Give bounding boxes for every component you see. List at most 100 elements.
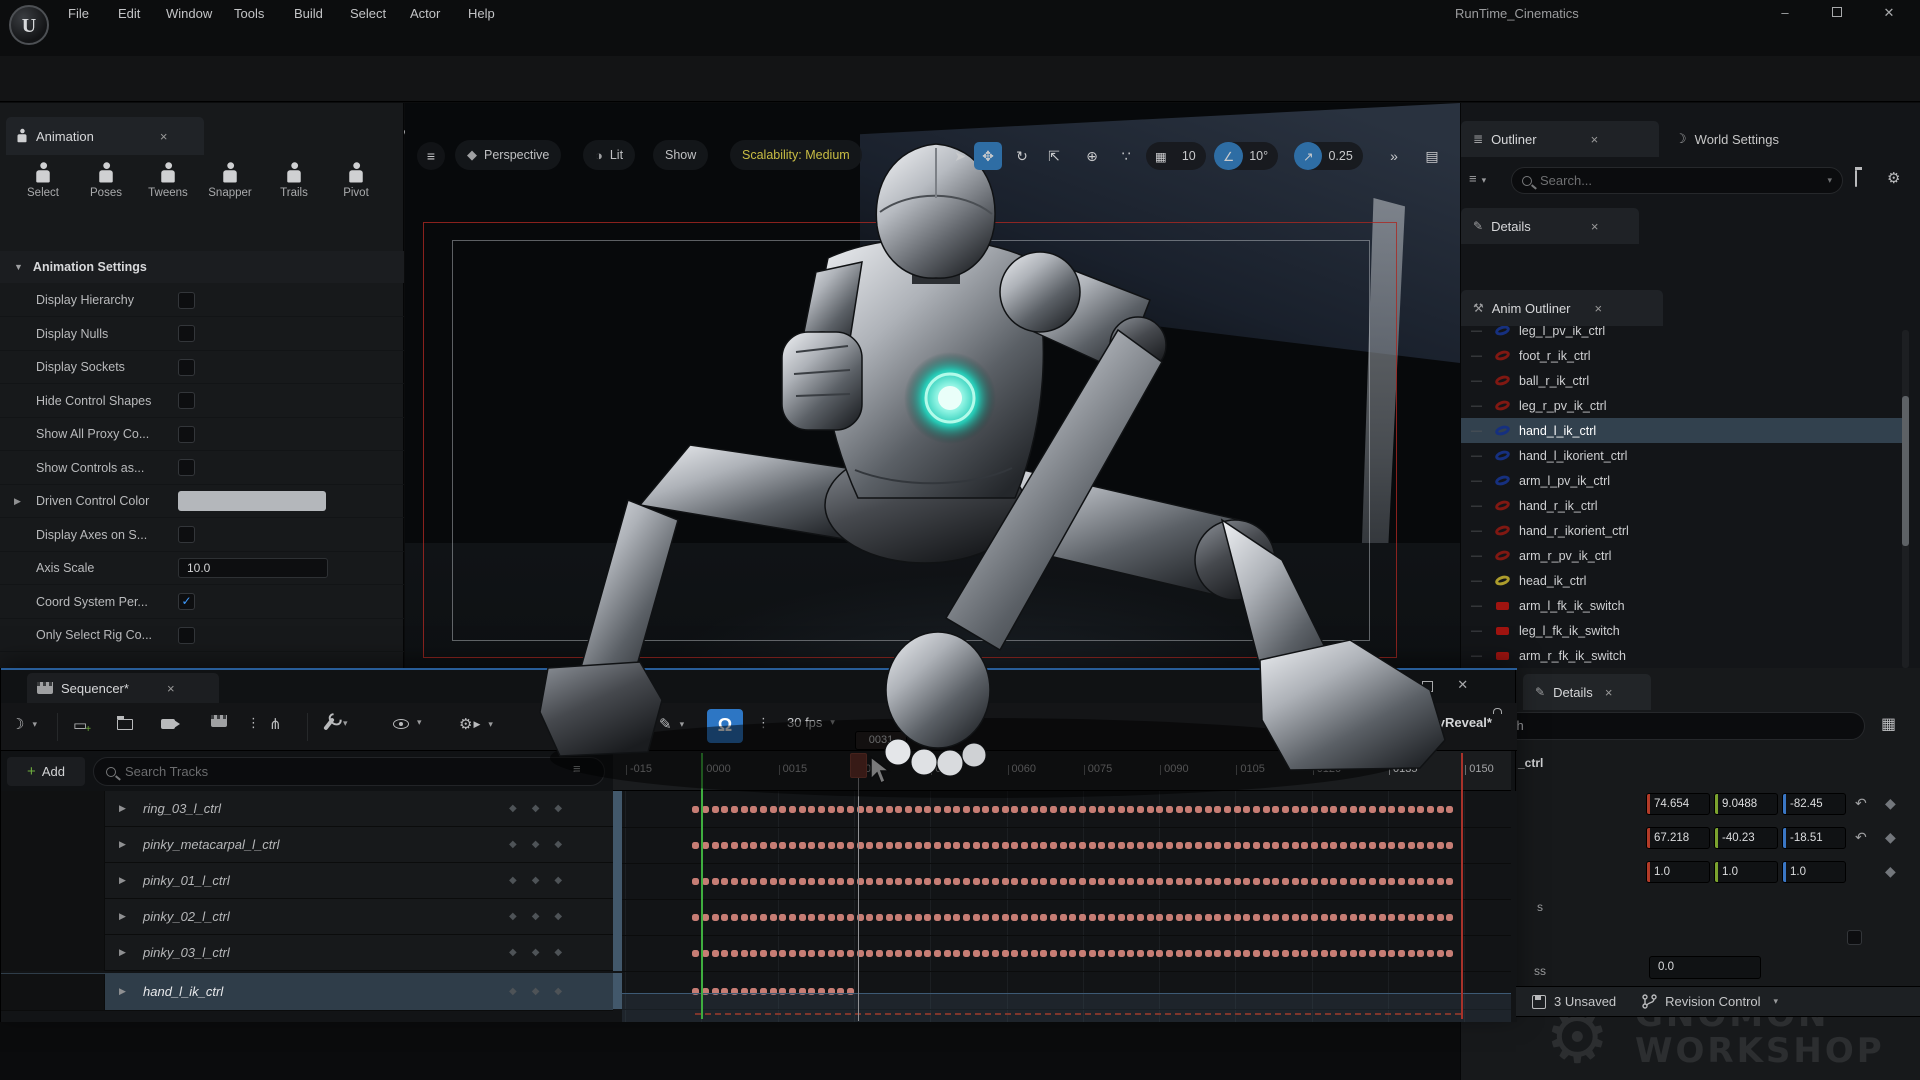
keyframe-dot[interactable] <box>1369 914 1376 921</box>
show-dropdown[interactable]: Show <box>653 140 708 170</box>
keyframe-dot[interactable] <box>953 914 960 921</box>
keyframe-dot[interactable] <box>934 950 941 957</box>
keyframe-dot[interactable] <box>1069 806 1076 813</box>
keyframe-dot[interactable] <box>1446 878 1453 885</box>
keyframe-dot[interactable] <box>895 806 902 813</box>
prev-key-icon[interactable]: ◆ <box>509 875 517 886</box>
keyframe-dot[interactable] <box>1272 950 1279 957</box>
keyframe-dot[interactable] <box>1234 914 1241 921</box>
keyframe-dot[interactable] <box>1311 878 1318 885</box>
tab-anim-outliner[interactable]: ⚒ Anim Outliner × <box>1461 290 1663 326</box>
keyframe-dot[interactable] <box>1446 950 1453 957</box>
close-icon[interactable]: × <box>167 681 175 696</box>
property-checkbox[interactable] <box>1847 930 1862 945</box>
keyframe-dot[interactable] <box>1060 914 1067 921</box>
keyframe-dot[interactable] <box>924 878 931 885</box>
keyframe-dot[interactable] <box>1147 806 1154 813</box>
keyframe-dot[interactable] <box>1321 950 1328 957</box>
keyframe-dot[interactable] <box>1108 878 1115 885</box>
anim-outliner-item-arm_r_pv_ik_ctrl[interactable]: —arm_r_pv_ik_ctrl <box>1461 543 1909 568</box>
keyframe-dot[interactable] <box>721 950 728 957</box>
keyframe-dot[interactable] <box>1224 806 1231 813</box>
keyframe-dot[interactable] <box>1166 806 1173 813</box>
wrench-settings-icon[interactable]: ▾ <box>323 715 348 731</box>
keyframe-dot[interactable] <box>1388 878 1395 885</box>
keyframe-dot[interactable] <box>1224 842 1231 849</box>
keyframe-dot[interactable] <box>837 842 844 849</box>
unsaved-indicator[interactable]: 3 Unsaved <box>1532 994 1616 1009</box>
keyframe-dot[interactable] <box>1185 950 1192 957</box>
maximize-button[interactable] <box>1820 0 1854 26</box>
scrollbar-track[interactable] <box>1902 330 1909 668</box>
keyframe-dot[interactable] <box>1408 878 1415 885</box>
keyframe-dot[interactable] <box>1069 878 1076 885</box>
keyframe-dot[interactable] <box>1021 878 1028 885</box>
tab-outliner[interactable]: ≣ Outliner × <box>1461 121 1659 157</box>
tab-world-settings[interactable]: ☽︎ World Settings <box>1663 121 1843 157</box>
keyframe-dot[interactable] <box>1195 914 1202 921</box>
expander-icon[interactable]: ▶ <box>119 875 126 886</box>
keyframe-dot[interactable] <box>789 914 796 921</box>
keyframe-dot[interactable] <box>1398 842 1405 849</box>
keyframe-dot[interactable] <box>741 878 748 885</box>
keyframe-dot[interactable] <box>1301 842 1308 849</box>
track-row-pinky_02_l_ctrl[interactable]: ▶pinky_02_l_ctrl◆◆◆ <box>1 899 613 935</box>
keyframe-dot[interactable] <box>750 950 757 957</box>
settings-control[interactable] <box>178 359 195 376</box>
keyframe-dot[interactable] <box>1340 842 1347 849</box>
next-key-icon[interactable]: ◆ <box>554 875 562 886</box>
keyframe-dot[interactable] <box>1011 950 1018 957</box>
keyframe-dot[interactable] <box>934 806 941 813</box>
minimize-button[interactable]: – <box>1768 0 1802 26</box>
menu-item-select[interactable]: Select <box>344 0 392 28</box>
keyframe-dot[interactable] <box>1379 914 1386 921</box>
keyframe-dot[interactable] <box>973 806 980 813</box>
keyframe-dot[interactable] <box>1437 914 1444 921</box>
keyframe-dot[interactable] <box>1292 842 1299 849</box>
keyframe-dot[interactable] <box>828 806 835 813</box>
keyframe-dot[interactable] <box>1147 950 1154 957</box>
keyframe-dot[interactable] <box>1388 842 1395 849</box>
keyframe-dot[interactable] <box>1098 914 1105 921</box>
keyframe-dot[interactable] <box>1002 878 1009 885</box>
keyframe-dot[interactable] <box>760 950 767 957</box>
keyframe-dot[interactable] <box>721 806 728 813</box>
keyframe-dot[interactable] <box>1446 842 1453 849</box>
menu-item-help[interactable]: Help <box>462 0 501 28</box>
keyframe-dot[interactable] <box>1224 914 1231 921</box>
keyframe-dot[interactable] <box>1185 914 1192 921</box>
keyframe-dot[interactable] <box>1437 806 1444 813</box>
keyframe-dot[interactable] <box>799 914 806 921</box>
keyframe-dot[interactable] <box>915 914 922 921</box>
keyframe-dot[interactable] <box>789 878 796 885</box>
tool-button-select[interactable]: Select <box>12 165 74 199</box>
timeline-lane[interactable] <box>622 791 1511 1022</box>
keyframe-dot[interactable] <box>1388 950 1395 957</box>
keyframe-dot[interactable] <box>1427 878 1434 885</box>
anim-outliner-item-arm_l_fk_ik_switch[interactable]: —arm_l_fk_ik_switch <box>1461 593 1909 618</box>
keyframe-dot[interactable] <box>924 842 931 849</box>
render-movie-icon[interactable] <box>211 715 227 727</box>
keyframe-dot[interactable] <box>1002 842 1009 849</box>
keyframe-dot[interactable] <box>1060 806 1067 813</box>
keyframe-dot[interactable] <box>779 806 786 813</box>
select-tool-icon[interactable]: ➤ <box>946 142 974 170</box>
keyframe-dot[interactable] <box>982 950 989 957</box>
keyframe-dot[interactable] <box>1156 914 1163 921</box>
keyframe-dot[interactable] <box>1205 842 1212 849</box>
keyframe-dot[interactable] <box>1185 842 1192 849</box>
track-row-hand_l_ik_ctrl[interactable]: ▶hand_l_ik_ctrl◆◆◆ <box>1 973 613 1011</box>
keyframe-dot[interactable] <box>770 914 777 921</box>
keyframe-dot[interactable] <box>1446 914 1453 921</box>
keyframe-dot[interactable] <box>1263 950 1270 957</box>
keyframe-dot[interactable] <box>866 842 873 849</box>
keyframe-dot[interactable] <box>1098 950 1105 957</box>
keyframe-dot[interactable] <box>1011 842 1018 849</box>
keyframe-dot[interactable] <box>1137 878 1144 885</box>
maximize-viewport-icon[interactable]: ▤ <box>1418 142 1446 170</box>
keyframe-dot[interactable] <box>789 842 796 849</box>
tool-button-poses[interactable]: Poses <box>75 165 137 199</box>
keyframe-dot[interactable] <box>837 950 844 957</box>
keyframe-dot[interactable] <box>934 914 941 921</box>
keyframe-dot[interactable] <box>1417 914 1424 921</box>
